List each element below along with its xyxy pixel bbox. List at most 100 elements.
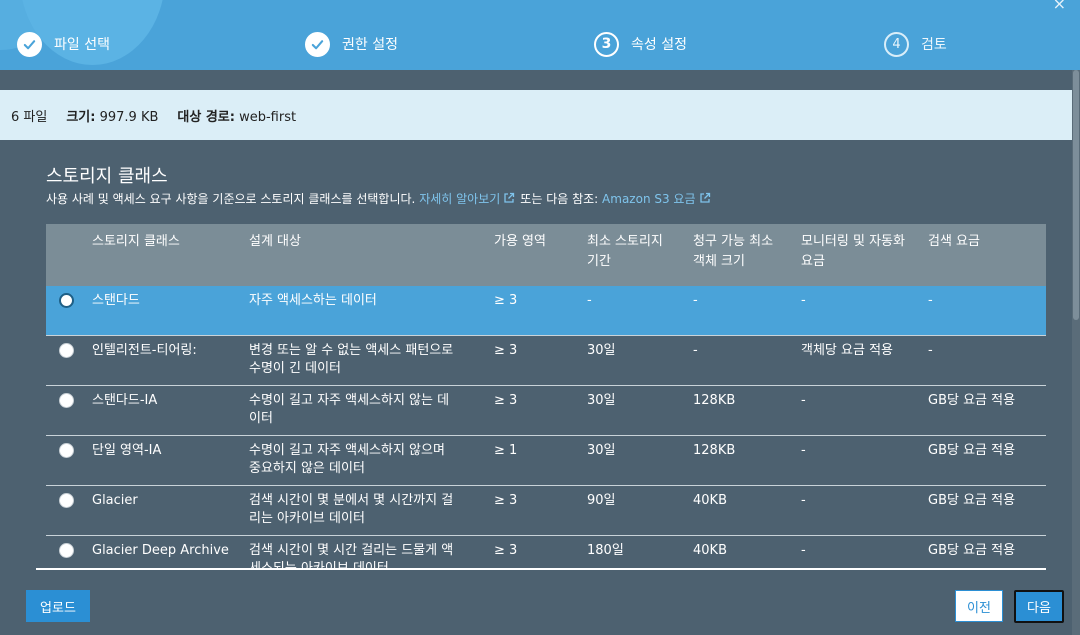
step-number: 4 [884, 31, 909, 57]
line: 중요하지 않은 데이터 [249, 461, 365, 476]
cell-retrieval: GB당 요금 적용 [928, 493, 1016, 508]
header-min-object-size: 청구 가능 최소 객체 크기 [693, 232, 773, 272]
destination-path: 대상 경로: web-first [177, 106, 296, 125]
cell-monitoring: - [801, 443, 806, 458]
table-header: 스토리지 클래스 설계 대상 가용 영역 최소 스토리지 기간 청구 가능 최소… [46, 224, 1046, 286]
file-count: 6 파일 [11, 109, 48, 125]
table-row-intelligent-tiering[interactable]: 인텔리전트-티어링: 변경 또는 알 수 없는 액세스 패턴으로 수명이 긴 데이… [46, 336, 1046, 386]
cell-class: Glacier [92, 493, 138, 508]
header-availability-zones: 가용 영역 [494, 234, 546, 249]
cell-class: 스탠다드 [92, 293, 140, 308]
step-label: 속성 설정 [631, 37, 687, 53]
size-label: 크기: [66, 109, 96, 125]
cell-az: ≥ 3 [494, 393, 518, 408]
cell-min-duration: 90일 [587, 493, 616, 508]
cell-az: ≥ 3 [494, 493, 518, 508]
section-description: 사용 사례 및 액세스 요구 사항을 기준으로 스토리지 클래스를 선택합니다.… [46, 190, 716, 207]
table-row-glacier-deep-archive[interactable]: Glacier Deep Archive 검색 시간이 몇 시간 걸리는 드물게… [46, 536, 1046, 568]
step-select-files[interactable]: 파일 선택 [17, 31, 110, 57]
cell-min-size: 40KB [693, 493, 727, 508]
check-icon [17, 31, 42, 57]
scrollbar[interactable] [1072, 70, 1080, 635]
size-value: 997.9 KB [99, 109, 159, 125]
step-label: 파일 선택 [54, 37, 110, 53]
cell-min-duration: 30일 [587, 393, 616, 408]
check-icon [305, 31, 330, 57]
table-row-one-zone-ia[interactable]: 단일 영역-IA 수명이 길고 자주 액세스하지 않으며 중요하지 않은 데이터 … [46, 436, 1046, 486]
pricing-link[interactable]: Amazon S3 요금 [602, 192, 695, 206]
path-label: 대상 경로: [177, 109, 235, 125]
line: 세스되는 아카이브 데이터 [249, 560, 453, 568]
close-icon[interactable]: × [1053, 0, 1066, 13]
cell-min-size: - [693, 293, 698, 308]
cell-min-size: - [693, 343, 698, 358]
cell-min-duration: 30일 [587, 343, 616, 358]
upload-button[interactable]: 업로드 [26, 590, 90, 622]
step-set-permissions[interactable]: 권한 설정 [305, 31, 398, 57]
line: 수명이 길고 자주 액세스하지 않으며 [249, 443, 445, 458]
storage-class-table: 스토리지 클래스 설계 대상 가용 영역 최소 스토리지 기간 청구 가능 최소… [46, 224, 1046, 568]
cell-retrieval: - [928, 343, 933, 358]
cell-min-duration: - [587, 293, 592, 308]
cell-retrieval: GB당 요금 적용 [928, 393, 1016, 408]
table-row-glacier[interactable]: Glacier 검색 시간이 몇 분에서 몇 시간까지 걸 리는 아카이브 데이터… [46, 486, 1046, 536]
header-line: 기간 [587, 254, 611, 269]
step-set-properties[interactable]: 3 속성 설정 [594, 31, 687, 57]
header-line: 요금 [801, 254, 825, 269]
radio-standard-ia[interactable] [59, 393, 74, 408]
total-size: 크기: 997.9 KB [66, 106, 158, 125]
cell-az: ≥ 3 [494, 293, 518, 308]
table-row-standard[interactable]: 스탠다드 자주 액세스하는 데이터 ≥ 3 - - - - [46, 286, 1046, 336]
cell-retrieval: GB당 요금 적용 [928, 443, 1016, 458]
cell-min-duration: 180일 [587, 543, 624, 558]
also-see-text: 또는 다음 참조: [520, 192, 599, 206]
cell-min-size: 40KB [693, 543, 727, 558]
header-retrieval-fee: 검색 요금 [928, 234, 980, 249]
cell-designed-for: 검색 시간이 몇 분에서 몇 시간까지 걸 리는 아카이브 데이터 [249, 492, 453, 528]
header-line: 최소 스토리지 [587, 234, 663, 249]
cell-min-size: 128KB [693, 393, 736, 408]
cell-designed-for: 자주 액세스하는 데이터 [249, 292, 377, 310]
previous-button[interactable]: 이전 [955, 590, 1003, 622]
header-monitoring: 모니터링 및 자동화 요금 [801, 232, 905, 272]
radio-glacier[interactable] [59, 493, 74, 508]
header-line: 청구 가능 최소 [693, 234, 774, 249]
cell-monitoring: - [801, 543, 806, 558]
upload-summary-bar: 6 파일 크기: 997.9 KB 대상 경로: web-first [0, 90, 1072, 140]
cell-monitoring: - [801, 393, 806, 408]
cell-designed-for: 변경 또는 알 수 없는 액세스 패턴으로수명이 긴 데이터 [249, 342, 453, 378]
line: 이터 [249, 411, 273, 426]
learn-more-link[interactable]: 자세히 알아보기 [419, 192, 500, 206]
line: 수명이 긴 데이터 [249, 361, 341, 376]
header-storage-class: 스토리지 클래스 [92, 234, 180, 249]
radio-standard[interactable] [59, 293, 74, 308]
cell-designed-for: 검색 시간이 몇 시간 걸리는 드물게 액세스되는 아카이브 데이터 [249, 542, 453, 568]
step-review[interactable]: 4 검토 [884, 31, 947, 57]
radio-one-zone-ia[interactable] [59, 443, 74, 458]
path-value: web-first [239, 109, 297, 125]
line: 변경 또는 알 수 없는 액세스 패턴으로 [249, 343, 454, 358]
header-line: 모니터링 및 자동화 [801, 234, 905, 249]
next-button[interactable]: 다음 [1014, 590, 1064, 623]
cell-designed-for: 수명이 길고 자주 액세스하지 않으며중요하지 않은 데이터 [249, 442, 445, 478]
cell-retrieval: GB당 요금 적용 [928, 543, 1016, 558]
cell-class: Glacier Deep Archive [92, 543, 229, 558]
cell-class: 단일 영역-IA [92, 443, 162, 458]
cell-min-duration: 30일 [587, 443, 616, 458]
table-row-standard-ia[interactable]: 스탠다드-IA 수명이 길고 자주 액세스하지 않는 데 이터 ≥ 3 30일 1… [46, 386, 1046, 436]
scrollbar-thumb[interactable] [1073, 70, 1079, 320]
radio-intelligent-tiering[interactable] [59, 343, 74, 358]
line: 리는 아카이브 데이터 [249, 511, 365, 526]
line: 자주 액세스하는 데이터 [249, 293, 377, 308]
header-min-duration: 최소 스토리지 기간 [587, 232, 663, 272]
cell-monitoring: 객체당 요금 적용 [801, 343, 893, 358]
radio-glacier-deep-archive[interactable] [59, 543, 74, 558]
step-label: 검토 [921, 37, 947, 53]
cell-monitoring: - [801, 493, 806, 508]
cell-monitoring: - [801, 293, 806, 308]
wizard-header: 파일 선택 권한 설정 3 속성 설정 4 검토 × [0, 0, 1080, 70]
cell-min-size: 128KB [693, 443, 736, 458]
cell-az: ≥ 3 [494, 543, 518, 558]
header-designed-for: 설계 대상 [249, 234, 301, 249]
cell-retrieval: - [928, 293, 933, 308]
